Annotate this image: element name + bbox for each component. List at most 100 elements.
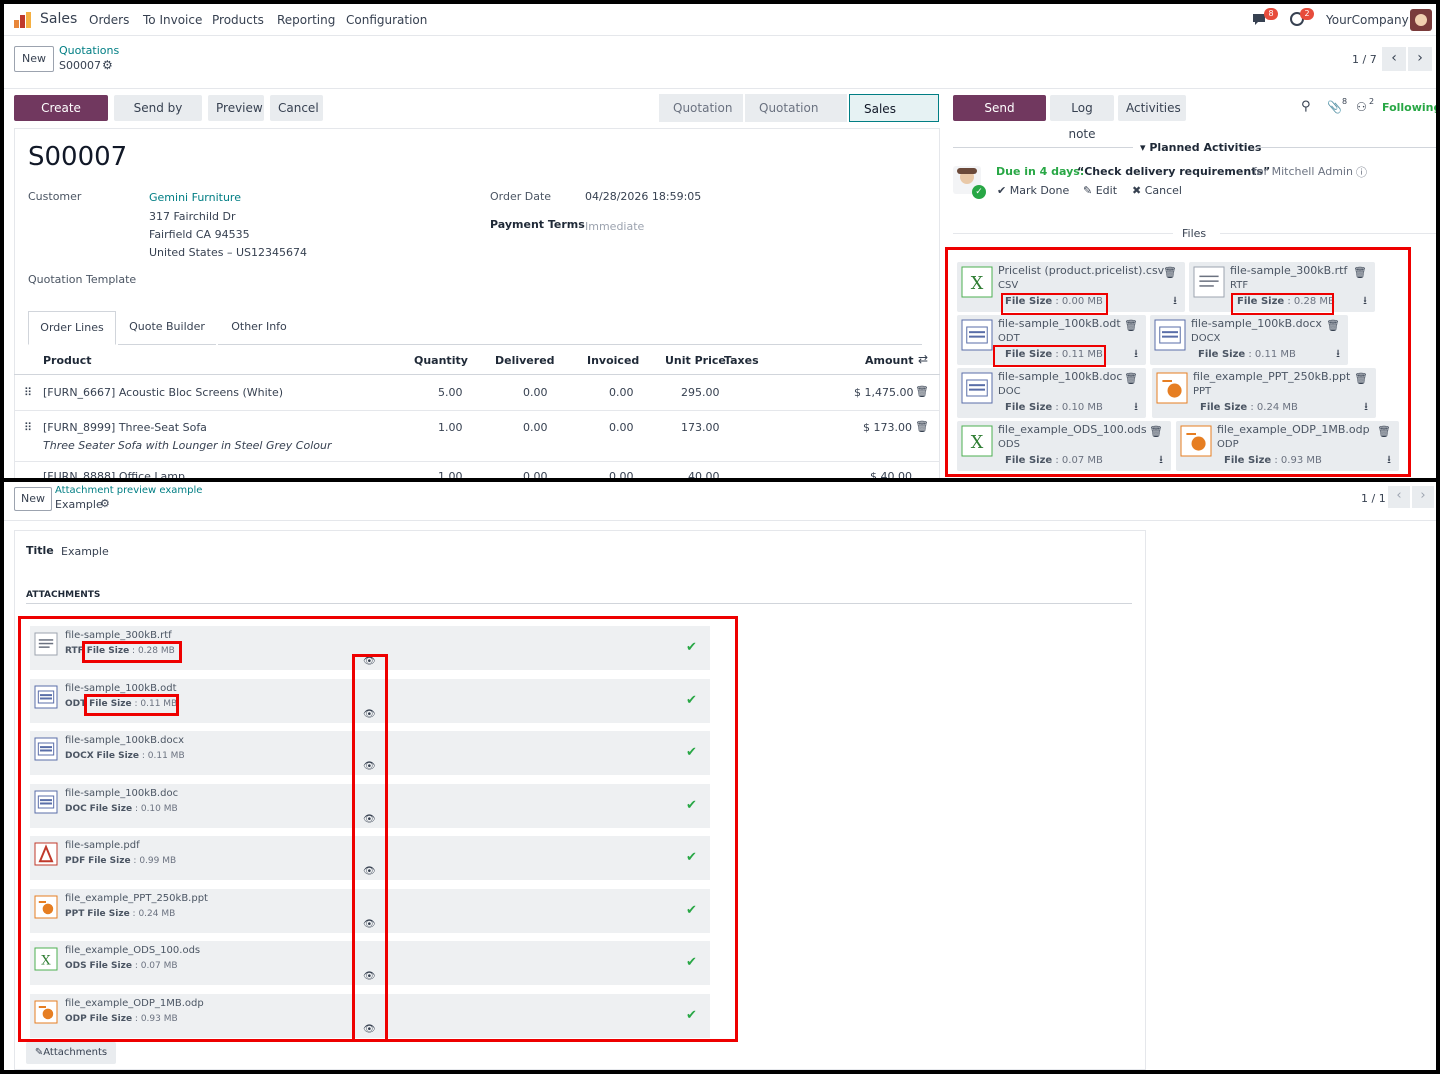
col-unit-price[interactable]: Unit Price — [665, 354, 726, 367]
line-2-price[interactable]: 173.00 — [681, 421, 720, 434]
line-3-price[interactable]: 40.00 — [688, 470, 720, 478]
address-line-1: 317 Fairchild Dr — [149, 210, 236, 223]
col-invoiced[interactable]: Invoiced — [587, 354, 639, 367]
preview-button[interactable]: Preview — [208, 95, 264, 121]
row-divider — [14, 410, 940, 411]
mark-done-button[interactable]: ✔ Mark Done — [997, 184, 1069, 197]
quotation-template-label: Quotation Template — [28, 273, 137, 286]
trash-icon[interactable]: 🗑 — [915, 385, 929, 398]
breadcrumb-current: S00007 — [59, 59, 101, 72]
line-2-qty[interactable]: 1.00 — [438, 421, 463, 434]
send-by-email-button[interactable]: Send by Email — [114, 95, 202, 141]
search-icon[interactable]: ⚲ — [1301, 99, 1311, 114]
following-button[interactable]: Following — [1382, 101, 1436, 114]
cancel-button[interactable]: Cancel — [270, 95, 323, 121]
line-2-amount: $ 173.00 — [863, 421, 912, 434]
payment-terms-label: Payment Terms — [490, 218, 585, 231]
breadcrumb-quotations[interactable]: Quotations — [59, 44, 119, 57]
new-button[interactable]: New — [14, 46, 54, 72]
address-line-2: Fairfield CA 94535 — [149, 228, 250, 241]
line-1-amount: $ 1,475.00 — [854, 386, 914, 399]
line-1-delivered: 0.00 — [523, 386, 548, 399]
attachment-count: 8 — [1342, 97, 1348, 106]
line-1-product[interactable]: [FURN_6667] Acoustic Bloc Screens (White… — [43, 386, 283, 399]
line-1-invoiced: 0.00 — [609, 386, 634, 399]
drag-handle-icon[interactable]: ⠿ — [24, 386, 32, 399]
pager-next-icon[interactable]: › — [1412, 486, 1434, 508]
line-3-amount: $ 40.00 — [870, 470, 912, 478]
col-product[interactable]: Product — [43, 354, 92, 367]
sales-app-icon[interactable] — [14, 12, 32, 28]
info-icon[interactable]: ⓘ — [1356, 164, 1367, 180]
line-2-delivered: 0.00 — [523, 421, 548, 434]
activity-assignee: for Mitchell Admin — [1253, 165, 1353, 178]
col-taxes[interactable]: Taxes — [724, 354, 759, 367]
pager[interactable]: 1 / 1 — [1361, 492, 1386, 505]
highlight-files-box — [945, 247, 1411, 477]
line-3-product[interactable]: [FURN_8888] Office Lamp — [43, 470, 185, 478]
gear-icon[interactable]: ⚙ — [102, 58, 113, 72]
pager[interactable]: 1 / 7 — [1352, 53, 1377, 66]
tab-quote-builder[interactable]: Quote Builder — [118, 311, 216, 345]
edit-label: Edit — [1095, 184, 1118, 197]
drag-handle-icon[interactable]: ⠿ — [24, 421, 32, 434]
highlight-rtf-size — [82, 641, 182, 663]
menu-configuration[interactable]: Configuration — [346, 13, 427, 27]
menu-reporting[interactable]: Reporting — [277, 13, 335, 27]
line-3-invoiced: 0.00 — [609, 470, 634, 478]
line-2-invoiced: 0.00 — [609, 421, 634, 434]
col-amount[interactable]: Amount — [865, 354, 913, 367]
pager-prev-icon[interactable]: ‹ — [1382, 47, 1406, 71]
header-divider — [14, 374, 940, 375]
order-date-value[interactable]: 04/28/2026 18:59:05 — [585, 190, 701, 203]
divider — [953, 233, 1173, 234]
divider — [26, 603, 1132, 604]
customer-label: Customer — [28, 190, 82, 203]
address-line-3: United States – US12345674 — [149, 246, 308, 259]
planned-activities-toggle[interactable]: ▾ Planned Activities — [1140, 141, 1261, 154]
title-label: Title — [26, 544, 54, 557]
pager-next-icon[interactable]: › — [1408, 47, 1432, 71]
edit-activity-button[interactable]: ✎ Edit — [1083, 184, 1117, 197]
line-2-product[interactable]: [FURN_8999] Three-Seat Sofa — [43, 421, 207, 434]
cancel-activity-button[interactable]: ✖ Cancel — [1132, 184, 1182, 197]
gear-icon[interactable]: ⚙ — [100, 497, 110, 510]
attachments-button[interactable]: ✎Attachments — [26, 1042, 116, 1064]
payment-terms-value[interactable]: Immediate — [585, 220, 644, 233]
customer-link[interactable]: Gemini Furniture — [149, 191, 241, 204]
app-name[interactable]: Sales — [40, 11, 77, 27]
trash-icon[interactable]: 🗑 — [915, 420, 929, 433]
create-invoice-button[interactable]: Create Invoice — [14, 95, 108, 141]
tab-other-info[interactable]: Other Info — [218, 311, 300, 345]
sales-order-screen: Sales Orders To Invoice Products Reporti… — [4, 4, 1436, 478]
company-name[interactable]: YourCompany — [1326, 13, 1409, 27]
line-1-price[interactable]: 295.00 — [681, 386, 720, 399]
status-sales-order[interactable]: Sales Order — [849, 94, 939, 144]
followers-icon[interactable]: ⚇ — [1356, 100, 1367, 114]
line-1-qty[interactable]: 5.00 — [438, 386, 463, 399]
pager-prev-icon[interactable]: ‹ — [1388, 486, 1410, 508]
activities-button[interactable]: Activities — [1118, 95, 1186, 121]
breadcrumb-parent[interactable]: Attachment preview example — [55, 485, 202, 496]
tab-order-lines[interactable]: Order Lines — [28, 311, 116, 345]
status-quotation-sent[interactable]: Quotation Sent — [745, 94, 847, 143]
new-button[interactable]: New — [14, 487, 52, 511]
status-quotation[interactable]: Quotation — [659, 94, 743, 122]
user-avatar[interactable] — [1410, 9, 1432, 31]
menu-to-invoice[interactable]: To Invoice — [143, 13, 202, 27]
title-value[interactable]: Example — [61, 545, 109, 558]
send-message-button[interactable]: Send message — [953, 95, 1046, 141]
attachments-button-label: Attachments — [43, 1047, 108, 1058]
attachments-section-title: ATTACHMENTS — [26, 590, 101, 600]
col-quantity[interactable]: Quantity — [414, 354, 468, 367]
menu-products[interactable]: Products — [212, 13, 264, 27]
divider — [4, 88, 1436, 89]
menu-orders[interactable]: Orders — [89, 13, 129, 27]
line-3-qty[interactable]: 1.00 — [438, 470, 463, 478]
col-delivered[interactable]: Delivered — [495, 354, 555, 367]
messages-badge: 8 — [1264, 8, 1278, 20]
log-note-button[interactable]: Log note — [1050, 95, 1114, 141]
divider — [1254, 147, 1436, 148]
column-settings-icon[interactable]: ⇄ — [918, 352, 928, 366]
paperclip-icon[interactable]: 📎 — [1327, 100, 1342, 114]
